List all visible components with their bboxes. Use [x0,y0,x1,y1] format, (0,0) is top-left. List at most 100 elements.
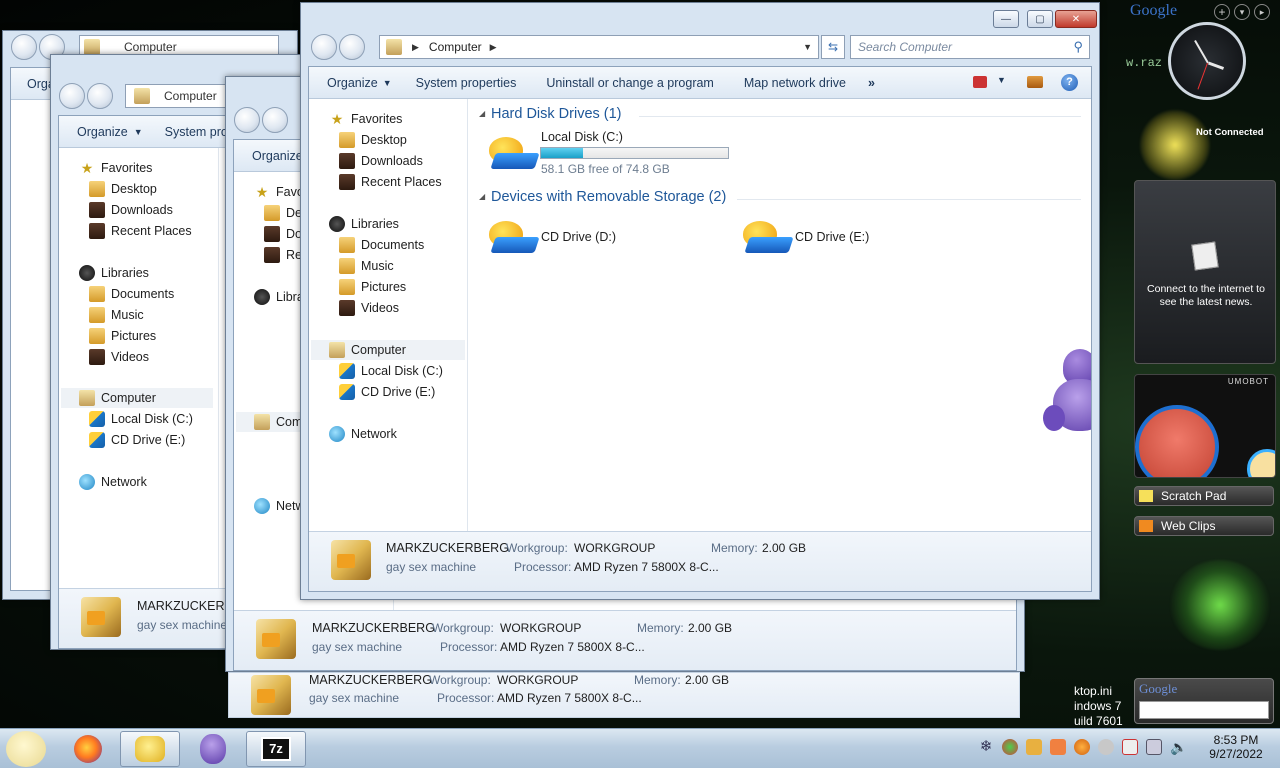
volume-icon[interactable]: 🔈 [1170,739,1187,755]
computer-icon [329,342,345,358]
app-tray-icon[interactable] [1050,739,1066,755]
taskbar-bonzi[interactable] [183,731,243,767]
more-commands-button[interactable]: » [868,76,875,90]
taskbar-firefox[interactable] [60,731,116,767]
start-button[interactable] [6,731,46,767]
nav-downloads[interactable]: Downloads [339,151,423,171]
forward-button[interactable] [262,107,288,133]
music-icon [339,258,355,274]
view-dropdown-icon[interactable]: ▼ [997,75,1006,85]
snowflake-tray-icon[interactable]: ❄ [978,739,994,755]
computer-description: gay sex machine [312,640,403,654]
preview-pane-icon[interactable] [1027,76,1043,88]
computer-large-icon [81,597,121,637]
breadcrumb[interactable]: Computer [124,40,177,54]
back-button[interactable] [59,83,85,109]
uninstall-program-button[interactable]: Uninstall or change a program [546,76,713,90]
nav-libraries[interactable]: Libraries [329,214,399,234]
cd-drive-d-icon[interactable] [487,217,540,257]
clock-gadget[interactable] [1168,22,1246,100]
organize-button[interactable]: Organize [327,76,378,90]
nav-pictures[interactable]: Pictures [89,326,156,346]
nav-favorites[interactable]: ★Favorites [329,109,403,129]
taskbar-7zip[interactable]: 7z [246,731,306,767]
local-disk-item-icon[interactable] [487,133,540,173]
breadcrumb[interactable]: Computer [429,40,482,54]
forward-button[interactable] [87,83,113,109]
search-input[interactable]: Search Computer ⚲ [850,35,1090,59]
nav-local-disk[interactable]: Local Disk (C:) [89,409,193,429]
purple-gorilla-character[interactable] [1041,349,1091,449]
cd-drive-d[interactable]: CD Drive (D:) [541,230,616,244]
news-gadget[interactable]: Connect to the internet to see the lates… [1134,180,1276,364]
tool-tray-icon[interactable] [1026,739,1042,755]
search-tray-icon[interactable] [1074,739,1090,755]
scratch-pad-gadget[interactable]: Scratch Pad [1134,486,1274,506]
organize-button[interactable]: Organize [77,125,128,139]
nav-documents[interactable]: Documents [89,284,174,304]
map-network-drive-button[interactable]: Map network drive [744,76,846,90]
back-button[interactable] [11,34,37,60]
nav-recent[interactable]: Recent Places [89,221,192,241]
gadget-options-icon[interactable]: ▸ [1254,4,1270,20]
umobot-image-gadget[interactable]: UMOBOT [1134,374,1276,478]
nav-desktop[interactable]: Desktop [89,179,157,199]
web-clips-gadget[interactable]: Web Clips [1134,516,1274,536]
help-icon[interactable]: ? [1061,74,1078,91]
chrome-tray-icon[interactable] [1002,739,1018,755]
nav-computer[interactable]: Computer [61,388,213,408]
nav-favorites[interactable]: ★Favorites [79,158,153,178]
nav-desktop[interactable]: Desktop [339,130,407,150]
gadget-menu-icon[interactable]: ▾ [1234,4,1250,20]
close-button[interactable]: ✕ [1055,10,1097,28]
nav-cd-drive[interactable]: CD Drive (E:) [339,382,435,402]
taskbar-explorer[interactable] [120,731,180,767]
nav-cd-drive[interactable]: CD Drive (E:) [89,430,185,450]
star-icon: ★ [80,160,94,176]
breadcrumb[interactable]: Computer [164,89,217,103]
cd-drive-e[interactable]: CD Drive (E:) [795,230,869,244]
collapse-arrow-icon[interactable]: ◢ [479,192,485,201]
address-bar[interactable]: ▶ Computer ▶ ▼ [379,35,819,59]
collapse-arrow-icon[interactable]: ◢ [479,109,485,118]
forward-button[interactable] [339,34,365,60]
section-hard-disks[interactable]: Hard Disk Drives (1) [491,106,622,122]
nav-videos[interactable]: Videos [89,347,149,367]
nav-downloads[interactable]: Downloads [89,200,173,220]
chevron-down-icon: ▼ [133,126,143,137]
minimize-button[interactable]: — [993,10,1019,28]
network-icon [254,498,270,514]
nav-recent[interactable]: Recent Places [339,172,442,192]
minus-tray-icon[interactable] [1098,739,1114,755]
section-removable[interactable]: Devices with Removable Storage (2) [491,189,726,205]
system-properties-button[interactable]: System properties [416,76,517,90]
address-dropdown-icon[interactable]: ▼ [803,42,812,52]
nav-videos[interactable]: Videos [339,298,399,318]
nav-music[interactable]: Music [339,256,394,276]
organize-button[interactable]: Organize [252,149,303,163]
back-button[interactable] [311,34,337,60]
back-button[interactable] [234,107,260,133]
nav-music[interactable]: Music [89,305,144,325]
network-tray-icon[interactable] [1146,739,1162,755]
nav-documents[interactable]: Documents [339,235,424,255]
nav-computer[interactable]: Computer [311,340,465,360]
add-gadget-icon[interactable]: + [1214,4,1230,20]
nav-network[interactable]: Network [329,424,397,444]
google-search-input[interactable] [1139,701,1269,719]
local-disk-name[interactable]: Local Disk (C:) [541,130,623,144]
nav-local-disk[interactable]: Local Disk (C:) [339,361,443,381]
search-icon[interactable]: ⚲ [1073,39,1083,55]
view-options-icon[interactable] [973,76,987,88]
taskbar-clock[interactable]: 8:53 PM 9/27/2022 [1196,733,1276,761]
nav-pictures[interactable]: Pictures [339,277,406,297]
explorer-window-main[interactable]: — ▢ ✕ ▶ Computer ▶ ▼ ⇆ Search Computer ⚲… [300,2,1100,600]
desktop-overlay-text: ktop.ini indows 7 uild 7601 [1074,684,1123,728]
nav-network[interactable]: Network [79,472,147,492]
action-center-icon[interactable] [1122,739,1138,755]
maximize-button[interactable]: ▢ [1027,10,1053,28]
nav-libraries[interactable]: Libraries [79,263,149,283]
refresh-button[interactable]: ⇆ [821,35,845,59]
network-icon [329,426,345,442]
cd-drive-e-icon[interactable] [741,217,794,257]
